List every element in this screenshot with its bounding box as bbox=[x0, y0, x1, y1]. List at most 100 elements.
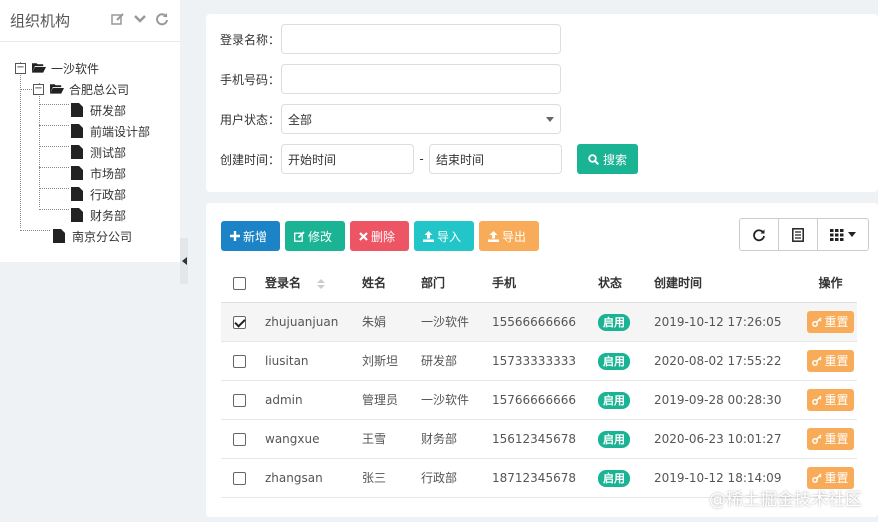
cell-login: zhujuanjuan bbox=[265, 302, 362, 342]
list-icon bbox=[792, 227, 804, 242]
cell-login: zhangsan bbox=[265, 458, 362, 498]
tree-node-label: 测试部 bbox=[90, 145, 127, 160]
add-button[interactable]: 新增 bbox=[221, 221, 280, 251]
column-status-header: 状态 bbox=[598, 264, 654, 303]
file-icon bbox=[71, 145, 85, 159]
cell-dept: 行政部 bbox=[421, 458, 492, 498]
toggle-view-button[interactable] bbox=[779, 219, 818, 250]
action-toolbar: 新增 修改 删除 导入 导出 bbox=[221, 221, 539, 251]
cell-login: wangxue bbox=[265, 419, 362, 459]
cell-dept: 研发部 bbox=[421, 341, 492, 381]
upload-icon bbox=[488, 230, 499, 242]
user-table-panel: 新增 修改 删除 导入 导出 登录名 姓名 部门 手机 状态 创建时间 操作 z… bbox=[206, 203, 878, 517]
chevron-down-icon[interactable] bbox=[132, 11, 148, 27]
edit-button[interactable]: 修改 bbox=[285, 221, 345, 251]
table-row[interactable]: admin 管理员 一沙软件 15766666666 启用 2019-09-28… bbox=[221, 380, 857, 420]
column-login-header[interactable]: 登录名 bbox=[265, 264, 362, 303]
edit-icon[interactable] bbox=[110, 11, 126, 27]
end-time-input[interactable]: 结束时间 bbox=[429, 144, 562, 174]
search-button[interactable]: 搜索 bbox=[577, 144, 638, 174]
reset-password-button[interactable]: 重置 bbox=[807, 388, 854, 411]
user-table: 登录名 姓名 部门 手机 状态 创建时间 操作 zhujuanjuan 朱娟 一… bbox=[221, 264, 857, 498]
edit-icon bbox=[294, 230, 305, 242]
tree-node-dept[interactable]: 财务部 bbox=[71, 205, 126, 225]
table-row[interactable]: liusitan 刘斯坦 研发部 15733333333 启用 2020-08-… bbox=[221, 341, 857, 381]
cell-dept: 一沙软件 bbox=[421, 302, 492, 342]
folder-open-icon bbox=[32, 61, 46, 75]
row-checkbox[interactable] bbox=[233, 432, 246, 446]
status-badge[interactable]: 启用 bbox=[598, 391, 630, 409]
caret-left-icon bbox=[181, 257, 187, 265]
row-checkbox[interactable] bbox=[233, 315, 246, 329]
column-phone-header: 手机 bbox=[492, 264, 598, 303]
tree-node-label: 研发部 bbox=[90, 103, 127, 118]
status-badge[interactable]: 启用 bbox=[598, 430, 630, 448]
status-select[interactable]: 全部 bbox=[281, 104, 561, 134]
org-panel-tools bbox=[110, 11, 170, 27]
file-icon bbox=[71, 124, 85, 138]
cell-phone: 15733333333 bbox=[492, 341, 598, 381]
grid-icon bbox=[830, 228, 844, 241]
reset-password-button[interactable]: 重置 bbox=[807, 349, 854, 372]
close-icon bbox=[359, 231, 368, 241]
table-row[interactable]: wangxue 王雪 财务部 15612345678 启用 2020-06-23… bbox=[221, 419, 857, 459]
tree-node-dept[interactable]: 研发部 bbox=[71, 100, 126, 120]
status-badge[interactable]: 启用 bbox=[598, 313, 630, 331]
refresh-icon[interactable] bbox=[154, 11, 170, 27]
cell-name: 管理员 bbox=[362, 380, 421, 420]
export-button-label: 导出 bbox=[502, 229, 527, 244]
collapse-icon[interactable]: − bbox=[33, 83, 44, 95]
row-checkbox[interactable] bbox=[233, 354, 246, 368]
select-all-checkbox[interactable] bbox=[233, 276, 246, 290]
tree-node-label: 前端设计部 bbox=[90, 124, 151, 139]
column-dept-header: 部门 bbox=[421, 264, 492, 303]
cell-phone: 15766666666 bbox=[492, 380, 598, 420]
cell-login: admin bbox=[265, 380, 362, 420]
org-panel-title: 组织机构 bbox=[10, 12, 71, 30]
plus-icon bbox=[230, 231, 240, 241]
row-checkbox[interactable] bbox=[233, 393, 246, 407]
tree-node-label: 一沙软件 bbox=[51, 61, 100, 76]
sort-icon bbox=[317, 278, 326, 289]
table-row[interactable]: zhujuanjuan 朱娟 一沙软件 15566666666 启用 2019-… bbox=[221, 302, 857, 342]
delete-button[interactable]: 删除 bbox=[350, 221, 409, 251]
status-badge[interactable]: 启用 bbox=[598, 352, 630, 370]
tree-node-dept[interactable]: 测试部 bbox=[71, 142, 126, 162]
tree-node-root[interactable]: − 一沙软件 bbox=[15, 58, 99, 78]
tree-node-dept[interactable]: 市场部 bbox=[71, 163, 126, 183]
cell-created: 2020-08-02 17:55:22 bbox=[654, 341, 804, 381]
cell-name: 朱娟 bbox=[362, 302, 421, 342]
columns-button[interactable] bbox=[818, 219, 868, 250]
file-icon bbox=[71, 208, 85, 222]
row-checkbox[interactable] bbox=[233, 471, 246, 485]
column-action-header: 操作 bbox=[804, 264, 857, 303]
cell-created: 2019-09-28 00:28:30 bbox=[654, 380, 804, 420]
key-icon bbox=[812, 433, 823, 444]
status-select-value: 全部 bbox=[288, 112, 313, 127]
login-name-row: 登录名称： bbox=[220, 24, 561, 54]
cell-phone: 15612345678 bbox=[492, 419, 598, 459]
reset-password-button[interactable]: 重置 bbox=[807, 310, 854, 333]
start-time-input[interactable]: 开始时间 bbox=[281, 144, 414, 174]
tree-node-hefei[interactable]: − 合肥总公司 bbox=[33, 79, 129, 99]
login-name-input[interactable] bbox=[281, 24, 561, 54]
key-icon bbox=[812, 355, 823, 366]
export-button[interactable]: 导出 bbox=[479, 221, 539, 251]
tree-node-nanjing[interactable]: 南京分公司 bbox=[53, 226, 132, 246]
phone-input[interactable] bbox=[281, 64, 561, 94]
sidebar-collapse-handle[interactable] bbox=[180, 238, 188, 284]
search-panel: 登录名称： 手机号码： 用户状态： 全部 创建时间： 开始时间 - 结束时间 搜… bbox=[206, 14, 878, 192]
import-button-label: 导入 bbox=[437, 229, 462, 244]
cell-login: liusitan bbox=[265, 341, 362, 381]
phone-label: 手机号码： bbox=[220, 72, 281, 87]
reset-password-button[interactable]: 重置 bbox=[807, 427, 854, 450]
tree-node-dept[interactable]: 前端设计部 bbox=[71, 121, 150, 141]
cell-name: 刘斯坦 bbox=[362, 341, 421, 381]
status-badge[interactable]: 启用 bbox=[598, 469, 630, 487]
collapse-icon[interactable]: − bbox=[15, 62, 26, 74]
org-panel: 组织机构 − 一沙软件 − 合肥总公司 研发部 前端设计部 测试部 市场部 行政… bbox=[0, 0, 180, 262]
tree-node-dept[interactable]: 行政部 bbox=[71, 184, 126, 204]
import-button[interactable]: 导入 bbox=[414, 221, 474, 251]
add-button-label: 新增 bbox=[243, 229, 268, 244]
refresh-button[interactable] bbox=[740, 219, 779, 250]
